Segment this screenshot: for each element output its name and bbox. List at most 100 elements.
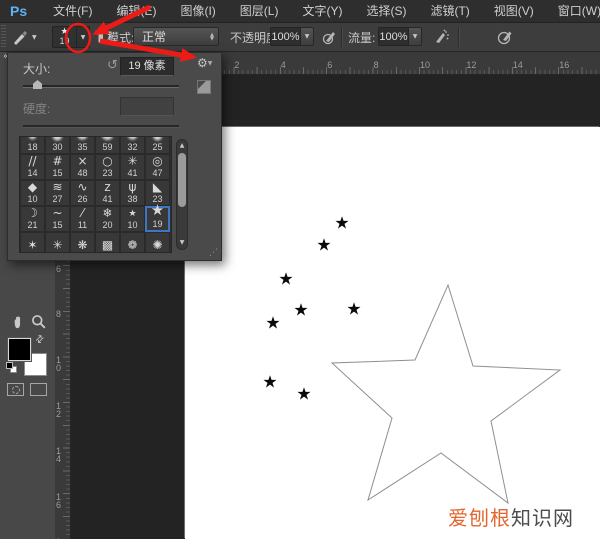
h-ruler-number: 12	[466, 60, 476, 70]
h-ruler-number: 10	[420, 60, 430, 70]
watermark-rest: 知识网	[511, 508, 574, 530]
opacity-input[interactable]: 100%	[270, 27, 301, 46]
brush-preset-cell[interactable]: ~15	[45, 206, 70, 232]
v-ruler-number: 6	[56, 265, 65, 273]
size-slider[interactable]	[23, 85, 179, 88]
brush-preset-cell[interactable]: ▩	[95, 232, 120, 253]
brush-preset-size: 10	[27, 194, 37, 205]
brush-preset-size: 41	[102, 194, 112, 205]
painted-star-icon: ★	[278, 272, 293, 289]
brush-preset-cell[interactable]: ◎47	[145, 154, 170, 180]
menu-items: 文件(F)编辑(E)图像(I)图层(L)文字(Y)选择(S)滤镜(T)视图(V)…	[41, 0, 600, 22]
grid-scrollbar[interactable]: ▲ ▼	[176, 139, 188, 250]
opacity-dropdown-arrow[interactable]: ▼	[301, 27, 314, 46]
brush-preset-cell[interactable]: ●30	[45, 136, 70, 154]
panel-resize-grip[interactable]: ⋰	[209, 249, 218, 258]
brush-preset-cell[interactable]: ★10	[120, 206, 145, 232]
flow-input[interactable]: 100%	[378, 27, 409, 46]
brush-preset-cell[interactable]: ✶	[20, 232, 45, 253]
brush-preset-cell[interactable]: ψ38	[120, 180, 145, 206]
brush-preset-cell[interactable]: ●18	[20, 136, 45, 154]
size-input[interactable]: 19 像素	[120, 57, 174, 76]
brush-preset-cell[interactable]: ❋	[70, 232, 95, 253]
flow-dropdown-arrow[interactable]: ▼	[409, 27, 422, 46]
brush-preset-cell[interactable]: //14	[20, 154, 45, 180]
options-bar: ▼ ★ 19 ▼ 模式: 正常 ▲▼ 不透明度: 100% ▼	[0, 23, 600, 52]
brush-preset-cell[interactable]: ×48	[70, 154, 95, 180]
brush-preset-size: 27	[52, 194, 62, 205]
brush-preset-cell[interactable]: ●32	[120, 136, 145, 154]
brush-preview-button[interactable]: ★ 19	[52, 26, 77, 48]
menu-item-7[interactable]: 视图(V)	[482, 0, 546, 22]
painted-star-icon: ★	[293, 303, 308, 320]
brush-preset-cell[interactable]: ✳41	[120, 154, 145, 180]
menu-item-8[interactable]: 窗口(W)	[546, 0, 600, 22]
options-bar-grip[interactable]	[1, 25, 6, 49]
brush-preset-cell[interactable]: ●59	[95, 136, 120, 154]
opacity-pressure-icon[interactable]	[320, 23, 338, 51]
brush-preset-size: 15	[52, 220, 62, 231]
panel-menu-gear-icon[interactable]: ⚙▼	[197, 57, 212, 70]
swap-colors-icon[interactable]: ⇄	[33, 333, 47, 347]
brush-tool-icon[interactable]: ▼	[10, 23, 37, 51]
combo-arrows-icon: ▲▼	[210, 33, 214, 41]
h-ruler-number: 8	[374, 60, 379, 70]
menu-bar: Ps 文件(F)编辑(E)图像(I)图层(L)文字(Y)选择(S)滤镜(T)视图…	[0, 0, 600, 23]
photoshop-logo: Ps	[10, 3, 27, 19]
airbrush-icon[interactable]	[432, 23, 450, 51]
brush-preset-cell[interactable]: ❄20	[95, 206, 120, 232]
quick-mask-button[interactable]	[7, 383, 24, 396]
scroll-up-icon[interactable]: ▲	[177, 142, 187, 150]
brush-preset-icon: ❋	[71, 233, 94, 253]
brush-preset-cell[interactable]: ◆10	[20, 180, 45, 206]
menu-item-4[interactable]: 文字(Y)	[290, 0, 354, 22]
brush-preset-cell[interactable]: ☽21	[20, 206, 45, 232]
menu-item-6[interactable]: 滤镜(T)	[418, 0, 481, 22]
zoom-tool[interactable]	[30, 313, 47, 330]
size-slider-thumb[interactable]	[33, 80, 42, 89]
menu-item-5[interactable]: 选择(S)	[354, 0, 418, 22]
scroll-down-icon[interactable]: ▼	[177, 239, 187, 247]
foreground-color-swatch[interactable]	[8, 338, 31, 361]
size-pressure-icon[interactable]	[496, 23, 514, 51]
screen-mode-button[interactable]	[30, 383, 47, 396]
hand-tool[interactable]	[9, 313, 26, 330]
new-preset-icon[interactable]	[197, 80, 211, 94]
brush-preset-cell[interactable]: ●25	[145, 136, 170, 154]
menu-item-2[interactable]: 图像(I)	[168, 0, 227, 22]
brush-preset-cell[interactable]: ≋27	[45, 180, 70, 206]
brush-preset-cell[interactable]: ✳	[45, 232, 70, 253]
brush-preset-icon: ○	[96, 154, 119, 168]
scrollbar-thumb[interactable]	[178, 153, 186, 207]
brush-preset-cell[interactable]: ○23	[95, 154, 120, 180]
brush-preset-cell[interactable]: ❁	[120, 232, 145, 253]
default-colors-icon[interactable]	[6, 362, 18, 374]
menu-item-3[interactable]: 图层(L)	[228, 0, 291, 22]
brush-preset-size: 20	[102, 220, 112, 231]
blend-mode-value: 正常	[142, 28, 166, 45]
menu-item-1[interactable]: 编辑(E)	[104, 0, 168, 22]
v-ruler-number: 12	[56, 402, 65, 418]
reset-size-icon[interactable]: ↺	[107, 59, 118, 72]
brush-preset-cell[interactable]: #15	[45, 154, 70, 180]
brush-preset-icon: ●	[96, 136, 119, 142]
brush-preset-size: 21	[27, 220, 37, 231]
divider	[341, 27, 343, 47]
brush-preset-cell[interactable]: ★19	[145, 206, 170, 232]
brush-preset-cell[interactable]: ⁄11	[70, 206, 95, 232]
blend-mode-select[interactable]: 正常 ▲▼	[133, 27, 219, 46]
brush-preset-size: 35	[77, 142, 87, 153]
brush-preset-cell[interactable]: ✺	[145, 232, 170, 253]
brush-preset-icon: ●	[121, 136, 144, 142]
canvas[interactable]: ★★★★★★★★ 爱刨根知识网	[185, 127, 600, 539]
brush-preset-cell[interactable]: ∿26	[70, 180, 95, 206]
brush-preset-size: 59	[102, 142, 112, 153]
menu-item-0[interactable]: 文件(F)	[41, 0, 104, 22]
brush-tool-caret-icon[interactable]: ▼	[32, 34, 37, 41]
preset-row-1: //14#15×48○23✳41◎47	[20, 154, 170, 180]
brush-preset-icon: ≋	[46, 180, 69, 194]
brush-preset-cell[interactable]: ●35	[70, 136, 95, 154]
brush-picker-dropdown-arrow[interactable]: ▼	[77, 26, 90, 48]
hardness-input	[120, 97, 174, 116]
brush-preset-cell[interactable]: z41	[95, 180, 120, 206]
